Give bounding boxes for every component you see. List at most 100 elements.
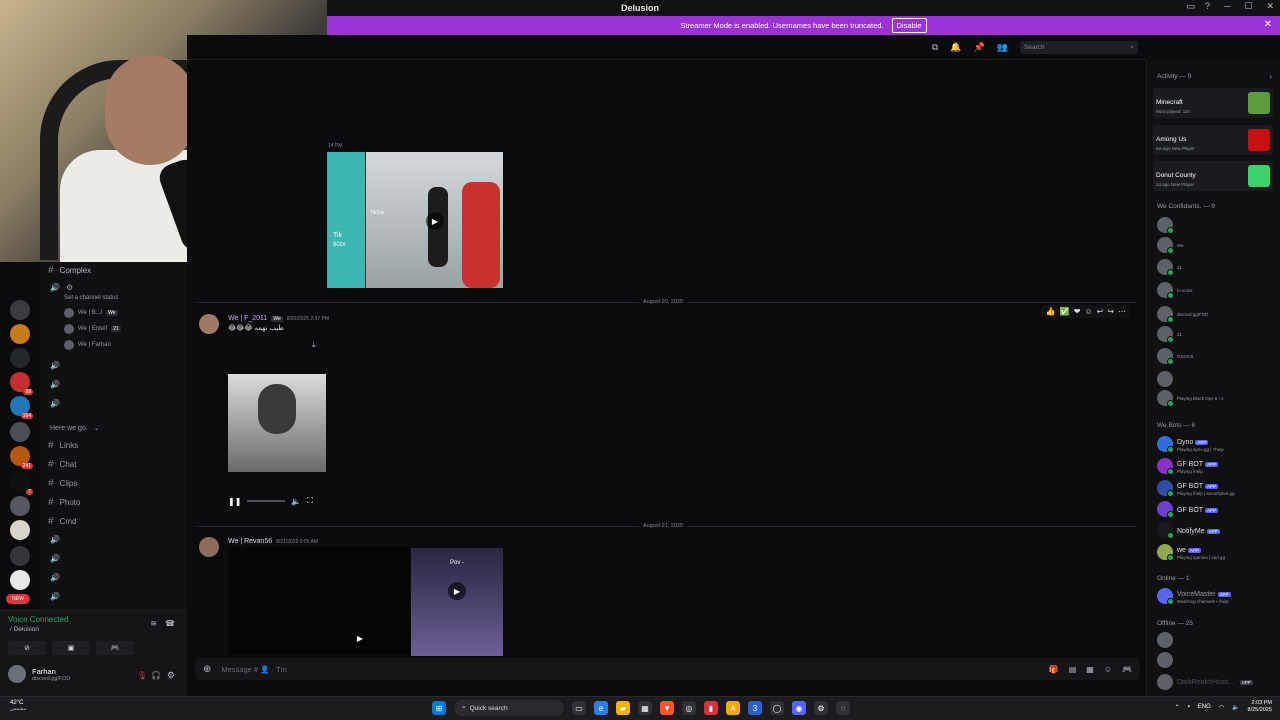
voice-channel[interactable]: 🔊 (50, 573, 60, 582)
voice-user[interactable]: We | Enteif 21 (64, 324, 121, 334)
check-icon[interactable]: ✅ (1060, 307, 1070, 316)
member-row[interactable]: VoiceMaster APP Watching channels • /help (1157, 587, 1231, 605)
voice-channel[interactable]: 🔊 (50, 592, 60, 601)
mute-icon[interactable]: 🎙 (137, 671, 147, 680)
noise-suppression-icon[interactable]: ≋ (150, 619, 157, 628)
member-row[interactable]: GG/Sn0 (1157, 348, 1193, 365)
minimize-icon[interactable]: ─ (1224, 1, 1230, 12)
server-icon[interactable]: 68 (10, 372, 33, 395)
channel-photo[interactable]: # Photo (48, 497, 80, 508)
play-icon[interactable]: ▶ (426, 212, 444, 230)
volume-icon[interactable]: 🔈 (1232, 704, 1239, 711)
download-icon[interactable]: ⤓ (312, 340, 316, 350)
server-icon[interactable] (10, 348, 30, 368)
member-row[interactable] (1157, 652, 1173, 668)
add-attachment-icon[interactable]: ⊕ (203, 664, 211, 675)
add-reaction-icon[interactable]: ☺ (1084, 307, 1092, 316)
server-icon[interactable] (10, 496, 30, 516)
channel-cmd[interactable]: # Cmd (48, 516, 76, 527)
message-author[interactable]: We | Revan56 (228, 538, 272, 545)
member-row[interactable]: DarkRealmHosti... APP (1157, 674, 1253, 690)
member-row[interactable]: discord.gg/FDD (1157, 306, 1208, 323)
member-row[interactable]: we APP Playing /games | carl.gg (1157, 543, 1225, 561)
server-icon[interactable] (10, 300, 30, 320)
channel-clips[interactable]: # Clips (48, 478, 77, 489)
member-row[interactable]: NotifyMe APP (1157, 522, 1220, 539)
channel-complex[interactable]: # Complex (48, 265, 91, 276)
screen-share-icon[interactable]: ▣ (52, 641, 90, 655)
voice-channel-name[interactable]: / Delusion (10, 626, 39, 633)
voice-channel[interactable]: 🔊 (50, 380, 60, 389)
weather-widget[interactable]: 42°C مشمس (10, 700, 26, 712)
camera-off-icon[interactable]: ⊘ (8, 641, 46, 655)
video-attachment[interactable]: TikTok ▶ (366, 152, 503, 288)
member-row[interactable]: 21 (1157, 259, 1182, 276)
settings-gear-icon[interactable]: ⚙ (167, 670, 175, 681)
avatar[interactable] (199, 314, 219, 334)
category-header[interactable]: Here we go. ⌄ (50, 424, 100, 433)
member-row[interactable]: We (1157, 237, 1184, 254)
brave-icon[interactable]: ▼ (660, 701, 674, 715)
member-row[interactable]: Playing Black Ops 6 +1 (1157, 390, 1224, 407)
channel-links[interactable]: # Links (48, 440, 78, 451)
member-row[interactable]: 21 (1157, 326, 1182, 343)
sticker-icon[interactable]: ▦ (1086, 665, 1094, 674)
member-row[interactable] (1157, 217, 1174, 234)
voice-user[interactable]: We | B..J We (64, 308, 118, 318)
disconnect-icon[interactable]: ☎ (165, 619, 175, 628)
play-icon[interactable]: ▶ (351, 629, 369, 647)
member-row[interactable]: GF BOT APP (1157, 501, 1219, 518)
set-channel-status[interactable]: Set a channel status (64, 295, 118, 301)
activity-icon[interactable]: 🎮 (96, 641, 134, 655)
search-input[interactable]: Search ⌕ (1020, 41, 1138, 54)
task-view-icon[interactable]: ▭ (572, 701, 586, 715)
threads-icon[interactable]: ⧉ (932, 42, 938, 53)
member-row[interactable]: Dyno APP Playing dyno.gg | ?help (1157, 435, 1224, 453)
fullscreen-icon[interactable]: ⛶ (307, 496, 313, 506)
clock[interactable]: 2:03 PM 8/25/2025 (1248, 700, 1272, 714)
play-icon[interactable]: ▶ (448, 582, 466, 600)
server-icon[interactable] (10, 546, 30, 566)
app-icon[interactable]: ◎ (682, 701, 696, 715)
chevron-right-icon[interactable]: › (1269, 72, 1272, 81)
member-row[interactable] (1157, 632, 1173, 648)
channel-chat[interactable]: # Chat (48, 459, 76, 470)
help-icon[interactable]: ? (1205, 1, 1210, 12)
voice-channel[interactable]: 🔊 ⚙ (50, 283, 73, 292)
maximize-icon[interactable]: ☐ (1244, 1, 1252, 12)
video-attachment[interactable]: ▶ (228, 547, 410, 655)
new-server-badge[interactable]: NEW (6, 594, 30, 604)
activity-card[interactable]: Among Us 5w ago New Player (1153, 125, 1273, 155)
video-attachment[interactable]: Tik 80zx (327, 152, 365, 288)
message-input[interactable]: Message # 👤 · Tm (221, 665, 1038, 674)
disable-streamer-button[interactable]: Disable (891, 18, 927, 33)
thumbs-up-icon[interactable]: 👍 (1046, 307, 1056, 316)
file-explorer-icon[interactable]: ▰ (616, 701, 630, 715)
notification-bell-icon[interactable]: 🔔 (950, 42, 961, 53)
message-composer[interactable]: ⊕ Message # 👤 · Tm 🎁 ▤ ▦ ☺ 🎮 (195, 658, 1140, 680)
discord-icon[interactable]: ◉ (792, 701, 806, 715)
app-icon[interactable]: ◯ (770, 701, 784, 715)
store-icon[interactable]: ▦ (638, 701, 652, 715)
message-author[interactable]: We | F_2011 (228, 315, 267, 322)
avatar[interactable] (199, 537, 219, 557)
emoji-icon[interactable]: ☺ (1104, 665, 1112, 674)
forward-icon[interactable]: ↪ (1107, 307, 1114, 316)
server-icon[interactable]: 164 (10, 396, 33, 419)
server-icon[interactable] (10, 324, 30, 344)
member-list-icon[interactable]: 👥 (997, 42, 1008, 53)
activity-card[interactable]: Donut County 2d ago New Player (1153, 161, 1273, 191)
reply-icon[interactable]: ↩ (1097, 307, 1104, 316)
video-attachment[interactable]: Pov - ▶ (411, 548, 503, 656)
member-row[interactable]: GF BOT APP Playing /help (1157, 457, 1219, 475)
gift-icon[interactable]: 🎁 (1049, 665, 1059, 674)
voice-channel[interactable]: 🔊 (50, 535, 60, 544)
app-icon[interactable]: ▮ (704, 701, 718, 715)
deafen-icon[interactable]: 🎧 (151, 671, 161, 680)
voice-channel[interactable]: 🔊 (50, 361, 60, 370)
inbox-icon[interactable]: ▭ (1186, 1, 1195, 12)
language-indicator[interactable]: ENG (1198, 704, 1211, 710)
tray-app-icon[interactable]: ▪ (1188, 704, 1190, 710)
server-icon[interactable] (10, 422, 30, 442)
server-icon[interactable] (10, 520, 30, 540)
